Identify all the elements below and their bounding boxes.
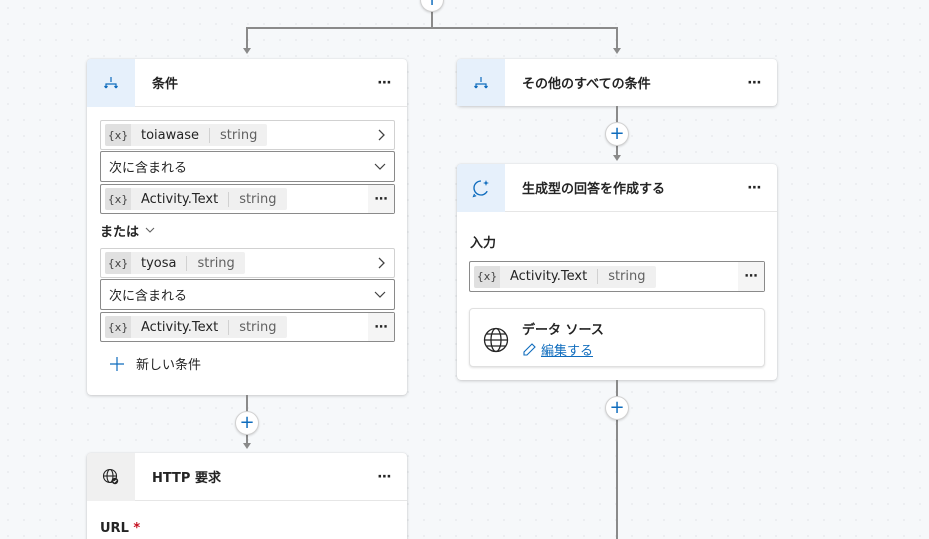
data-source-box: データ ソース 編集する (469, 308, 765, 367)
variable-type: string (228, 191, 286, 207)
generative-more-button[interactable]: ⋯ (745, 178, 765, 198)
variable-field[interactable]: {x} tyosa string (100, 248, 395, 278)
http-card-title: HTTP 要求 (152, 471, 221, 486)
variable-name: Activity.Text (510, 269, 588, 284)
operator-value: 次に含まれる (109, 289, 188, 304)
add-icon (110, 356, 124, 371)
add-node-button-left[interactable]: + (235, 411, 259, 435)
new-condition-label: 新しい条件 (136, 358, 202, 373)
variable-token: {x} tyosa string (105, 252, 245, 274)
variable-field[interactable]: {x} toiawase string (100, 120, 395, 150)
generative-icon-box (457, 163, 505, 212)
value-field[interactable]: {x} Activity.Text string ⋯ (100, 312, 395, 342)
chevron-down-icon (374, 163, 386, 170)
input-more-button[interactable]: ⋯ (738, 262, 764, 291)
value-more-button[interactable]: ⋯ (368, 185, 394, 213)
generative-card-header: 生成型の回答を作成する ⋯ (457, 163, 777, 212)
else-condition-card[interactable]: その他のすべての条件 ⋯ (457, 59, 777, 106)
chevron-right-icon (378, 129, 385, 141)
variable-type: string (228, 319, 286, 335)
globe-icon (483, 327, 509, 353)
variable-type: string (209, 127, 267, 143)
arrow-down-icon (613, 48, 621, 54)
edit-link[interactable]: 編集する (522, 340, 593, 359)
url-label: URL * (100, 521, 141, 536)
edit-link-label: 編集する (541, 344, 594, 359)
input-label: 入力 (470, 236, 497, 251)
operator-select[interactable]: 次に含まれる (100, 279, 395, 310)
or-label: または (100, 225, 140, 240)
http-card-header: HTTP 要求 ⋯ (87, 452, 407, 501)
new-condition-button[interactable]: 新しい条件 (109, 354, 201, 373)
generative-input-field[interactable]: {x} Activity.Text string ⋯ (469, 261, 765, 292)
branch-icon (104, 76, 118, 88)
add-node-button-right-lower[interactable]: + (605, 396, 629, 420)
variable-name: toiawase (141, 127, 199, 143)
generative-card-title: 生成型の回答を作成する (522, 182, 666, 197)
variable-token: {x} Activity.Text string (474, 265, 656, 288)
variable-name: Activity.Text (141, 191, 219, 207)
variable-token: {x} toiawase string (105, 124, 268, 146)
connector-branch-right (616, 27, 618, 49)
variable-token: {x} Activity.Text string (105, 188, 287, 210)
else-icon-box (457, 59, 505, 106)
condition-card-header: 条件 ⋯ (87, 58, 407, 107)
variable-type: string (597, 269, 655, 284)
value-more-button[interactable]: ⋯ (368, 313, 394, 341)
variable-icon: {x} (105, 188, 131, 210)
operator-value: 次に含まれる (109, 161, 188, 176)
arrow-down-icon (613, 155, 621, 161)
variable-icon: {x} (474, 265, 500, 288)
value-field[interactable]: {x} Activity.Text string ⋯ (100, 184, 395, 214)
chevron-down-icon (145, 227, 155, 233)
chevron-down-icon (374, 291, 386, 298)
variable-icon: {x} (105, 316, 131, 338)
sparkle-chat-icon (472, 179, 489, 197)
or-dropdown[interactable]: または (100, 221, 155, 240)
http-icon-box (87, 452, 135, 501)
condition-icon-box (87, 58, 135, 107)
variable-icon: {x} (105, 252, 131, 274)
connector-branch-horizontal (247, 27, 618, 29)
add-node-button-top[interactable]: + (420, 0, 444, 12)
arrow-down-icon (243, 443, 251, 449)
connector-branch-left (246, 27, 248, 49)
variable-token: {x} Activity.Text string (105, 316, 287, 338)
http-request-card[interactable]: HTTP 要求 ⋯ URL * (87, 452, 407, 539)
condition-more-button[interactable]: ⋯ (375, 73, 395, 93)
condition-card-title: 条件 (152, 77, 179, 92)
variable-type: string (186, 255, 244, 271)
add-node-button-right-upper[interactable]: + (605, 122, 629, 146)
globe-icon (102, 468, 119, 484)
variable-icon: {x} (105, 124, 131, 146)
condition-card[interactable]: 条件 ⋯ {x} toiawase string 次に含まれる {x} Acti… (87, 58, 407, 395)
http-more-button[interactable]: ⋯ (375, 467, 395, 487)
data-source-title: データ ソース (522, 323, 604, 338)
variable-name: Activity.Text (141, 319, 219, 335)
arrow-down-icon (243, 48, 251, 54)
branch-icon (474, 76, 488, 88)
else-card-header: その他のすべての条件 ⋯ (457, 59, 777, 106)
else-more-button[interactable]: ⋯ (745, 73, 765, 93)
generative-answers-card[interactable]: 生成型の回答を作成する ⋯ 入力 {x} Activity.Text strin… (457, 163, 777, 380)
required-mark: * (133, 521, 141, 536)
variable-name: tyosa (141, 255, 177, 271)
pencil-icon (523, 343, 536, 356)
else-card-title: その他のすべての条件 (522, 77, 651, 92)
operator-select[interactable]: 次に含まれる (100, 151, 395, 182)
chevron-right-icon (378, 257, 385, 269)
